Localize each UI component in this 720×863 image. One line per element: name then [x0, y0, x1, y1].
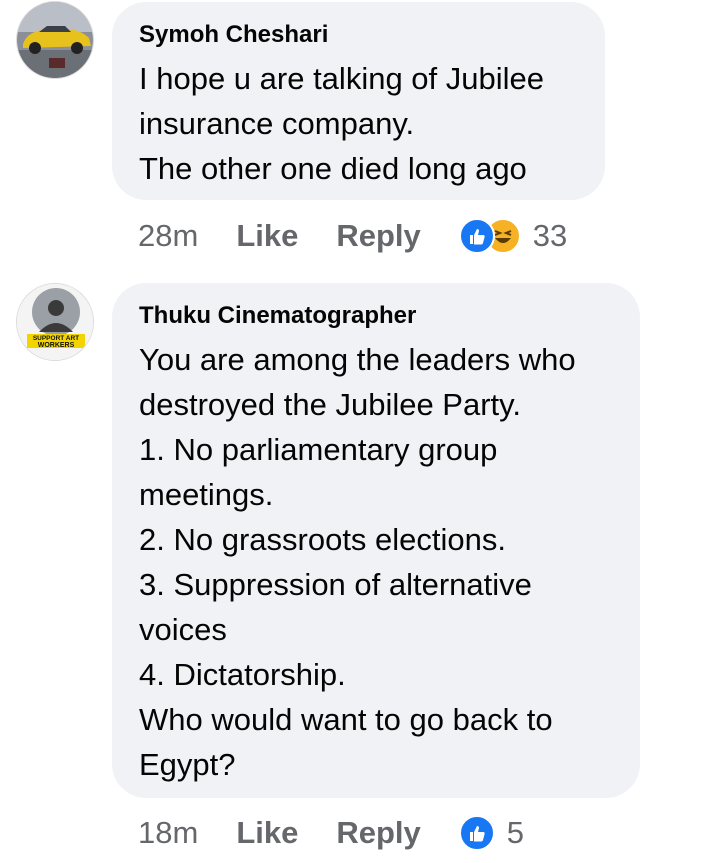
comment-text-line: 1. No parliamentary group — [139, 432, 498, 467]
avatar[interactable]: SUPPORT ART WORKERS — [16, 283, 94, 361]
comment-bubble: Symoh Cheshari I hope u are talking of J… — [112, 2, 605, 200]
comment-text-line: 2. No grassroots elections. — [139, 522, 507, 557]
comment-text-line: 4. Dictatorship. — [139, 657, 346, 692]
reaction-count: 5 — [506, 815, 525, 850]
comment-text-line: insurance company. — [139, 106, 415, 141]
comment-timestamp[interactable]: 18m — [138, 815, 198, 851]
comment-author[interactable]: Symoh Cheshari — [139, 20, 579, 50]
comment-bubble: Thuku Cinematographer You are among the … — [112, 283, 640, 798]
avatar[interactable] — [16, 1, 94, 79]
avatar-text-line-2: WORKERS — [38, 342, 75, 349]
like-icon — [458, 815, 495, 851]
reply-button[interactable]: Reply — [336, 815, 420, 851]
reaction-count: 33 — [532, 218, 568, 253]
comment-actions: 18m Like Reply 5 — [138, 811, 524, 855]
comment-text-line: 3. Suppression of alternative — [139, 567, 532, 602]
comment-text-line: Egypt? — [139, 747, 236, 782]
avatar-text-line-1: SUPPORT ART — [33, 335, 79, 342]
like-button[interactable]: Like — [236, 218, 298, 254]
reaction-summary[interactable]: 5 — [458, 815, 525, 851]
car-photo-icon — [17, 2, 93, 78]
comment-text-line: I hope u are talking of Jubilee — [139, 61, 544, 96]
like-button[interactable]: Like — [236, 815, 298, 851]
reaction-summary[interactable]: 33 — [458, 218, 568, 254]
reply-button[interactable]: Reply — [336, 218, 420, 254]
comment-author[interactable]: Thuku Cinematographer — [139, 301, 614, 331]
comment-text-line: Who would want to go back to — [139, 702, 553, 737]
comment-text-line: The other one died long ago — [139, 151, 527, 186]
support-art-workers-avatar-icon: SUPPORT ART WORKERS — [17, 284, 93, 360]
comment-text-line: You are among the leaders who — [139, 342, 576, 377]
like-icon — [458, 218, 495, 254]
comment-text-line: voices — [139, 612, 227, 647]
comment-actions: 28m Like Reply 33 — [138, 214, 567, 258]
comment-timestamp[interactable]: 28m — [138, 218, 198, 254]
comment-text-line: meetings. — [139, 477, 274, 512]
comment-text-line: destroyed the Jubilee Party. — [139, 387, 521, 422]
